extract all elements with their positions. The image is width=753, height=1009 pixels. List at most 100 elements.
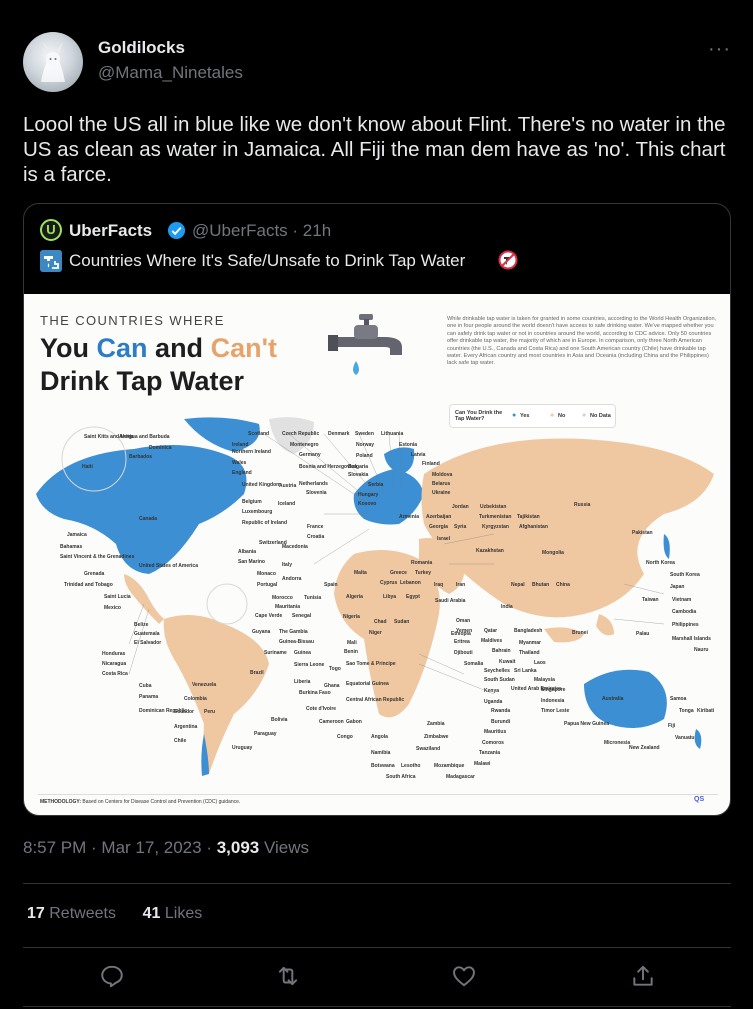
- country-label: Turkey: [415, 570, 432, 576]
- country-label: Monaco: [257, 571, 276, 577]
- country-label: San Marino: [238, 559, 265, 565]
- country-label: Philippines: [672, 622, 699, 628]
- country-label: Congo: [337, 734, 353, 740]
- country-label: Guinea: [294, 650, 311, 656]
- country-label: Cote d'Ivoire: [306, 706, 337, 712]
- author-handle[interactable]: @Mama_Ninetales: [98, 63, 243, 83]
- country-label: Thailand: [519, 650, 540, 656]
- country-label: Egypt: [406, 594, 420, 600]
- country-label: Slovakia: [348, 472, 369, 478]
- country-label: Macedonia: [282, 544, 308, 550]
- infographic-image[interactable]: THE COUNTRIES WHERE You Can and Can't Dr…: [24, 294, 730, 815]
- country-label: Bolivia: [271, 717, 288, 723]
- country-label: Bhutan: [532, 582, 550, 588]
- country-label: Laos: [534, 660, 546, 666]
- country-label: Wales: [232, 460, 247, 466]
- country-label: Colombia: [184, 696, 207, 702]
- country-label: South Africa: [386, 774, 416, 780]
- country-label: Nigeria: [343, 614, 360, 620]
- country-label: Montenegro: [290, 442, 319, 448]
- country-label: Chile: [174, 738, 187, 744]
- country-label: Northern Ireland: [232, 449, 271, 455]
- retweets-count: 17: [27, 905, 45, 922]
- retweets-stat[interactable]: 17 Retweets: [27, 905, 120, 922]
- country-label: Lebanon: [400, 580, 421, 586]
- uberfacts-avatar[interactable]: U: [40, 219, 62, 241]
- country-label: Panama: [139, 694, 159, 700]
- country-label: Croatia: [307, 534, 325, 540]
- divider: [23, 947, 731, 948]
- quoted-author-handle-and-age[interactable]: @UberFacts · 21h: [192, 221, 331, 241]
- faucet-icon: [328, 314, 402, 375]
- country-label: Kosovo: [358, 501, 377, 507]
- country-label: Myanmar: [519, 640, 541, 646]
- country-label: Uganda: [484, 699, 503, 705]
- likes-stat[interactable]: 41 Likes: [143, 905, 203, 922]
- country-label: Australia: [602, 696, 624, 702]
- country-label: Sweden: [355, 431, 374, 437]
- country-label: Timor Leste: [541, 708, 570, 714]
- tweet-timestamp-and-views: 8:57 PM · Mar 17, 2023 · 3,093 Views: [23, 838, 309, 858]
- country-label: Bahamas: [60, 544, 83, 550]
- country-label: Estonia: [399, 442, 418, 448]
- country-label: Israel: [437, 536, 451, 542]
- country-label: Guyana: [252, 629, 271, 635]
- avatar-illustration: [41, 42, 65, 82]
- country-label: Azerbaijan: [426, 514, 452, 520]
- more-options-icon[interactable]: ···: [708, 38, 731, 61]
- country-label: Belize: [134, 622, 149, 628]
- country-label: Republic of Ireland: [242, 520, 288, 526]
- country-label: Liberia: [294, 679, 311, 685]
- quoted-tweet-age[interactable]: · 21h: [292, 221, 331, 240]
- share-icon[interactable]: [630, 963, 656, 989]
- quoted-tweet-card[interactable]: U UberFacts @UberFacts · 21h Countries W…: [23, 203, 731, 816]
- country-label: The Gambia: [279, 629, 308, 635]
- country-label: Libya: [383, 594, 397, 600]
- country-label: Nepal: [511, 582, 525, 588]
- country-label: Senegal: [292, 613, 312, 619]
- country-label: Rwanda: [491, 708, 511, 714]
- quoted-tweet-text: Countries Where It's Safe/Unsafe to Drin…: [69, 251, 466, 270]
- like-icon[interactable]: [451, 963, 477, 989]
- country-label: Albania: [238, 549, 257, 555]
- country-label: Georgia: [429, 524, 448, 530]
- country-label: Czech Republic: [282, 431, 320, 437]
- country-label: Sao Tome & Principe: [346, 661, 396, 667]
- country-label: India: [501, 604, 513, 610]
- author-name[interactable]: Goldilocks: [98, 38, 185, 58]
- quoted-author-handle[interactable]: @UberFacts: [192, 221, 288, 240]
- country-label: Fiji: [668, 723, 676, 729]
- country-label: Burundi: [491, 719, 511, 725]
- country-label: Gabon: [346, 719, 362, 725]
- country-label: Bulgaria: [348, 464, 369, 470]
- country-label: Haiti: [82, 464, 93, 470]
- country-label: Benin: [344, 649, 358, 655]
- country-label: Marshall Islands: [672, 636, 711, 642]
- country-label: Zimbabwe: [424, 734, 449, 740]
- country-label: Sierra Leone: [294, 662, 325, 668]
- country-label: Cyprus: [380, 580, 398, 586]
- country-label: Saudi Arabia: [435, 598, 466, 604]
- reply-icon[interactable]: [99, 963, 125, 989]
- country-label: Portugal: [257, 582, 278, 588]
- infographic-footer-rule: [38, 794, 718, 795]
- country-label: Barbados: [129, 454, 153, 460]
- country-label: Paraguay: [254, 731, 277, 737]
- country-label: Singapore: [541, 687, 566, 693]
- quoted-author-name[interactable]: UberFacts: [69, 221, 152, 241]
- avatar[interactable]: [23, 32, 83, 92]
- country-label: Namibia: [371, 750, 391, 756]
- country-label: Algeria: [346, 594, 363, 600]
- infographic-description: While drinkable tap water is taken for g…: [447, 316, 717, 367]
- tweet-timestamp[interactable]: 8:57 PM · Mar 17, 2023 ·: [23, 838, 212, 857]
- country-label: United States of America: [139, 563, 198, 569]
- infographic-logo: QS: [694, 796, 705, 803]
- country-label: Seychelles: [484, 668, 510, 674]
- retweet-icon[interactable]: [275, 963, 301, 989]
- country-label: Madagascar: [446, 774, 475, 780]
- likes-count: 41: [142, 905, 161, 922]
- country-label: Malta: [354, 570, 367, 576]
- country-label: Iran: [456, 582, 466, 588]
- tap-water-emoji: [40, 250, 62, 272]
- country-label: Belarus: [432, 481, 451, 487]
